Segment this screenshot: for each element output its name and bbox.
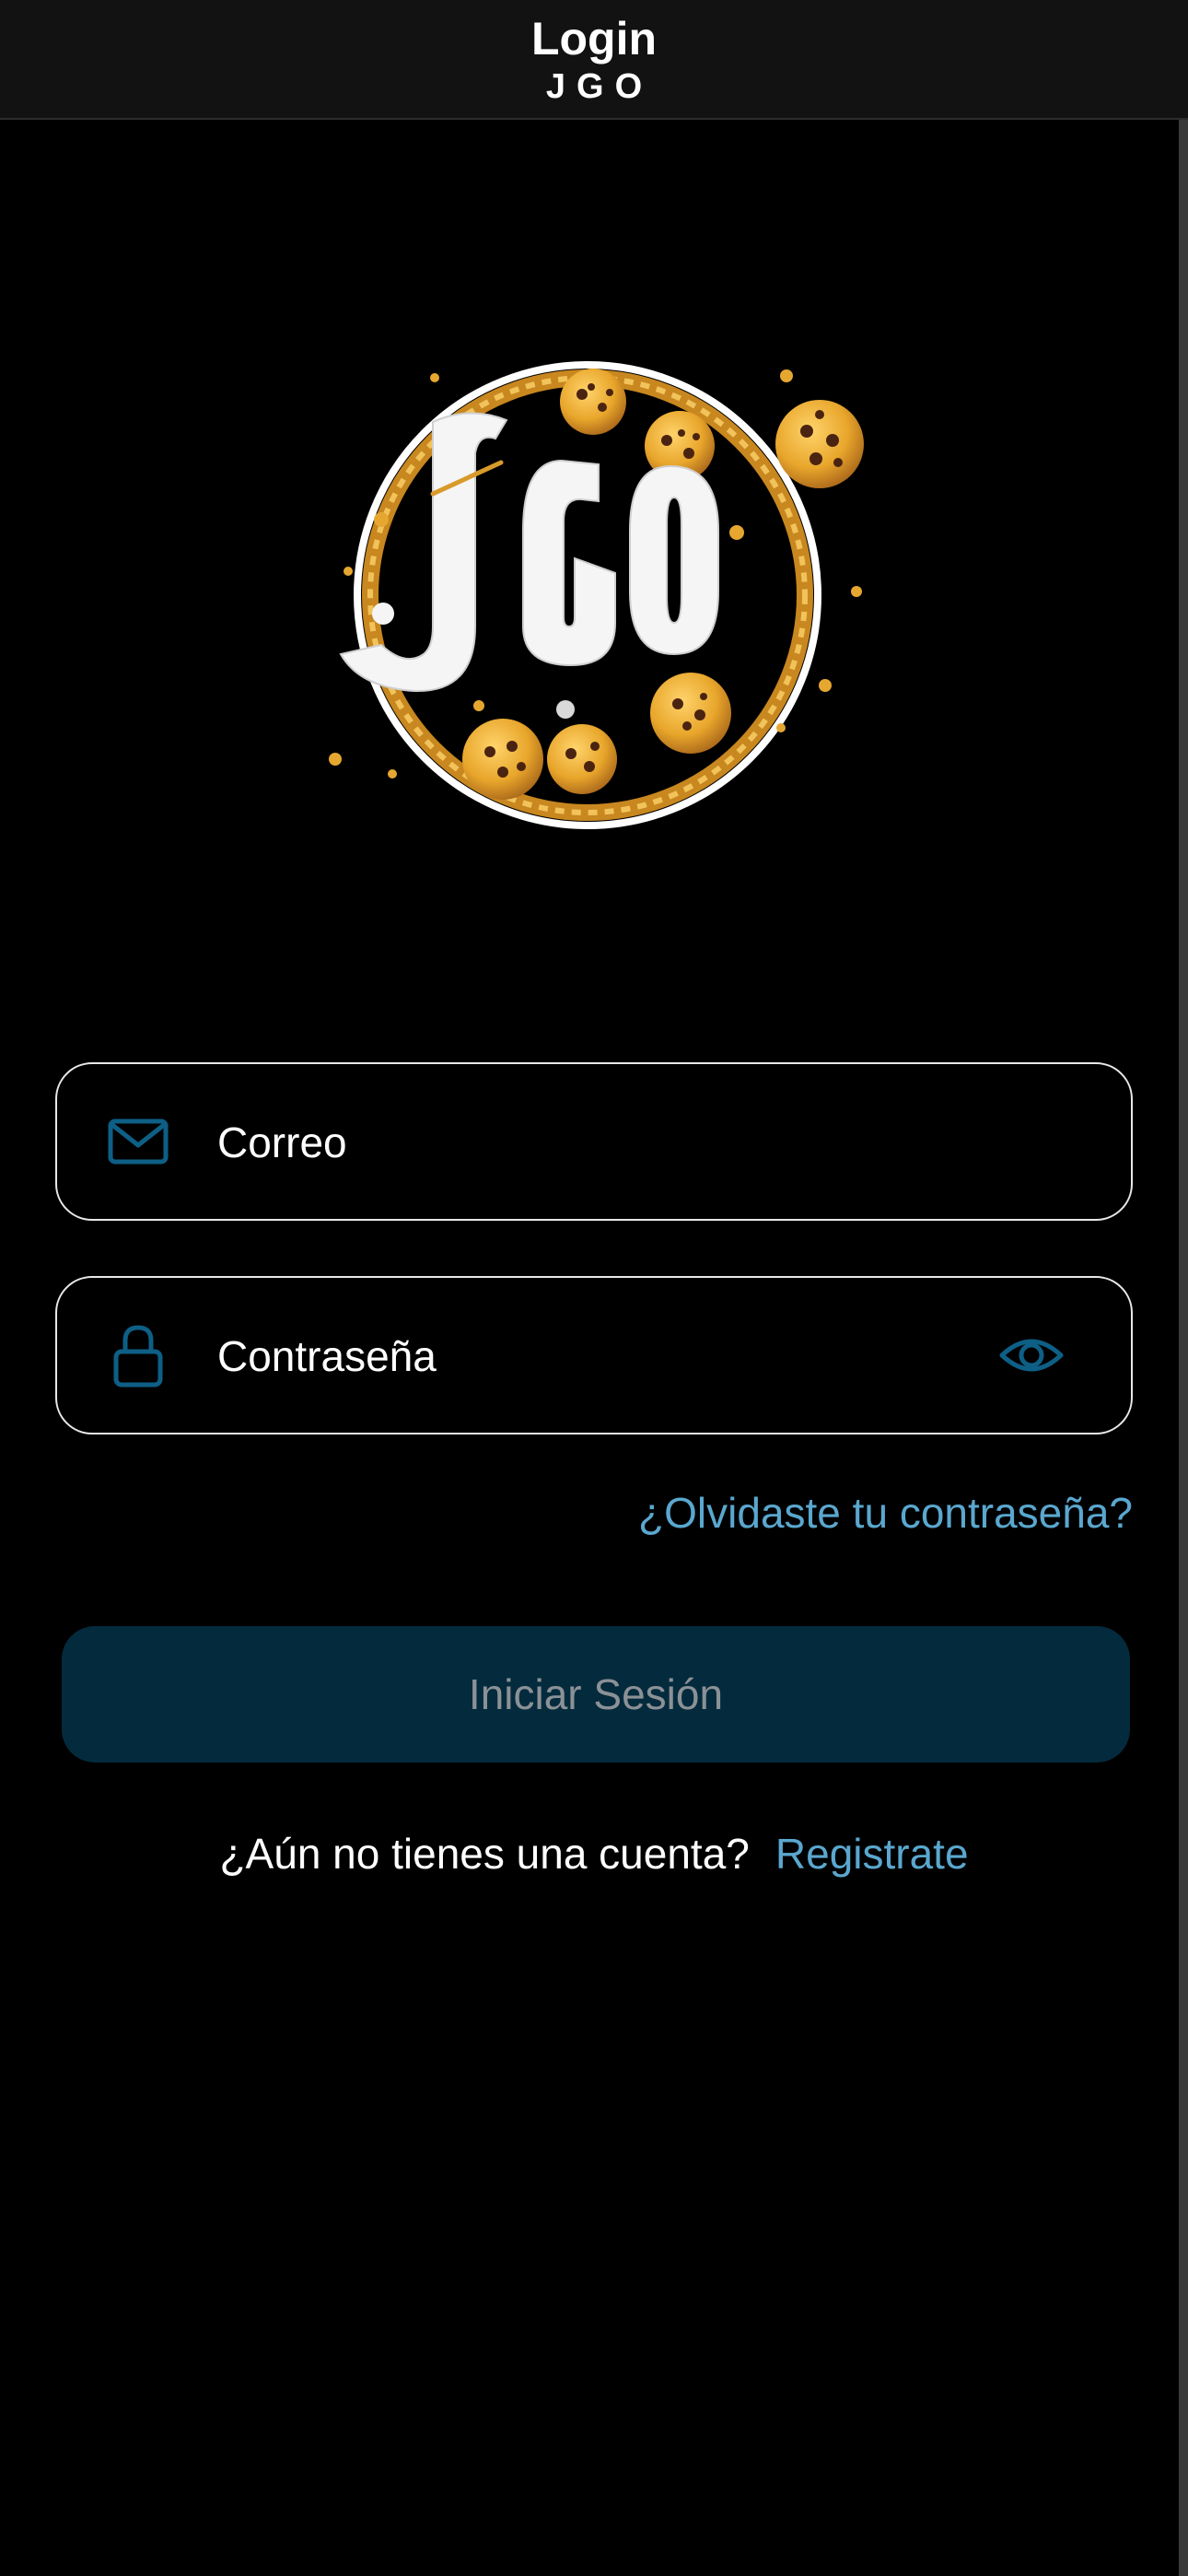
scrollbar[interactable] — [1179, 120, 1188, 2576]
password-field[interactable] — [55, 1276, 1133, 1434]
app-header: Login JGO — [0, 0, 1188, 120]
email-field[interactable] — [55, 1062, 1133, 1221]
eye-icon[interactable] — [998, 1322, 1065, 1388]
page-subtitle: JGO — [545, 67, 654, 106]
email-input[interactable] — [217, 1101, 973, 1184]
lock-icon — [113, 1325, 163, 1388]
password-input[interactable] — [217, 1315, 973, 1398]
page-title: Login — [530, 13, 658, 64]
forgot-password-link[interactable]: ¿Olvidaste tu contraseña? — [638, 1485, 1133, 1540]
jgo-logo — [329, 361, 864, 829]
mail-icon — [108, 1118, 169, 1165]
login-button[interactable]: Iniciar Sesión — [62, 1626, 1130, 1762]
signup-row: ¿Aún no tienes una cuenta? Registrate — [0, 1826, 1188, 1881]
signup-prompt: ¿Aún no tienes una cuenta? — [219, 1830, 750, 1878]
register-link[interactable]: Registrate — [775, 1830, 969, 1878]
